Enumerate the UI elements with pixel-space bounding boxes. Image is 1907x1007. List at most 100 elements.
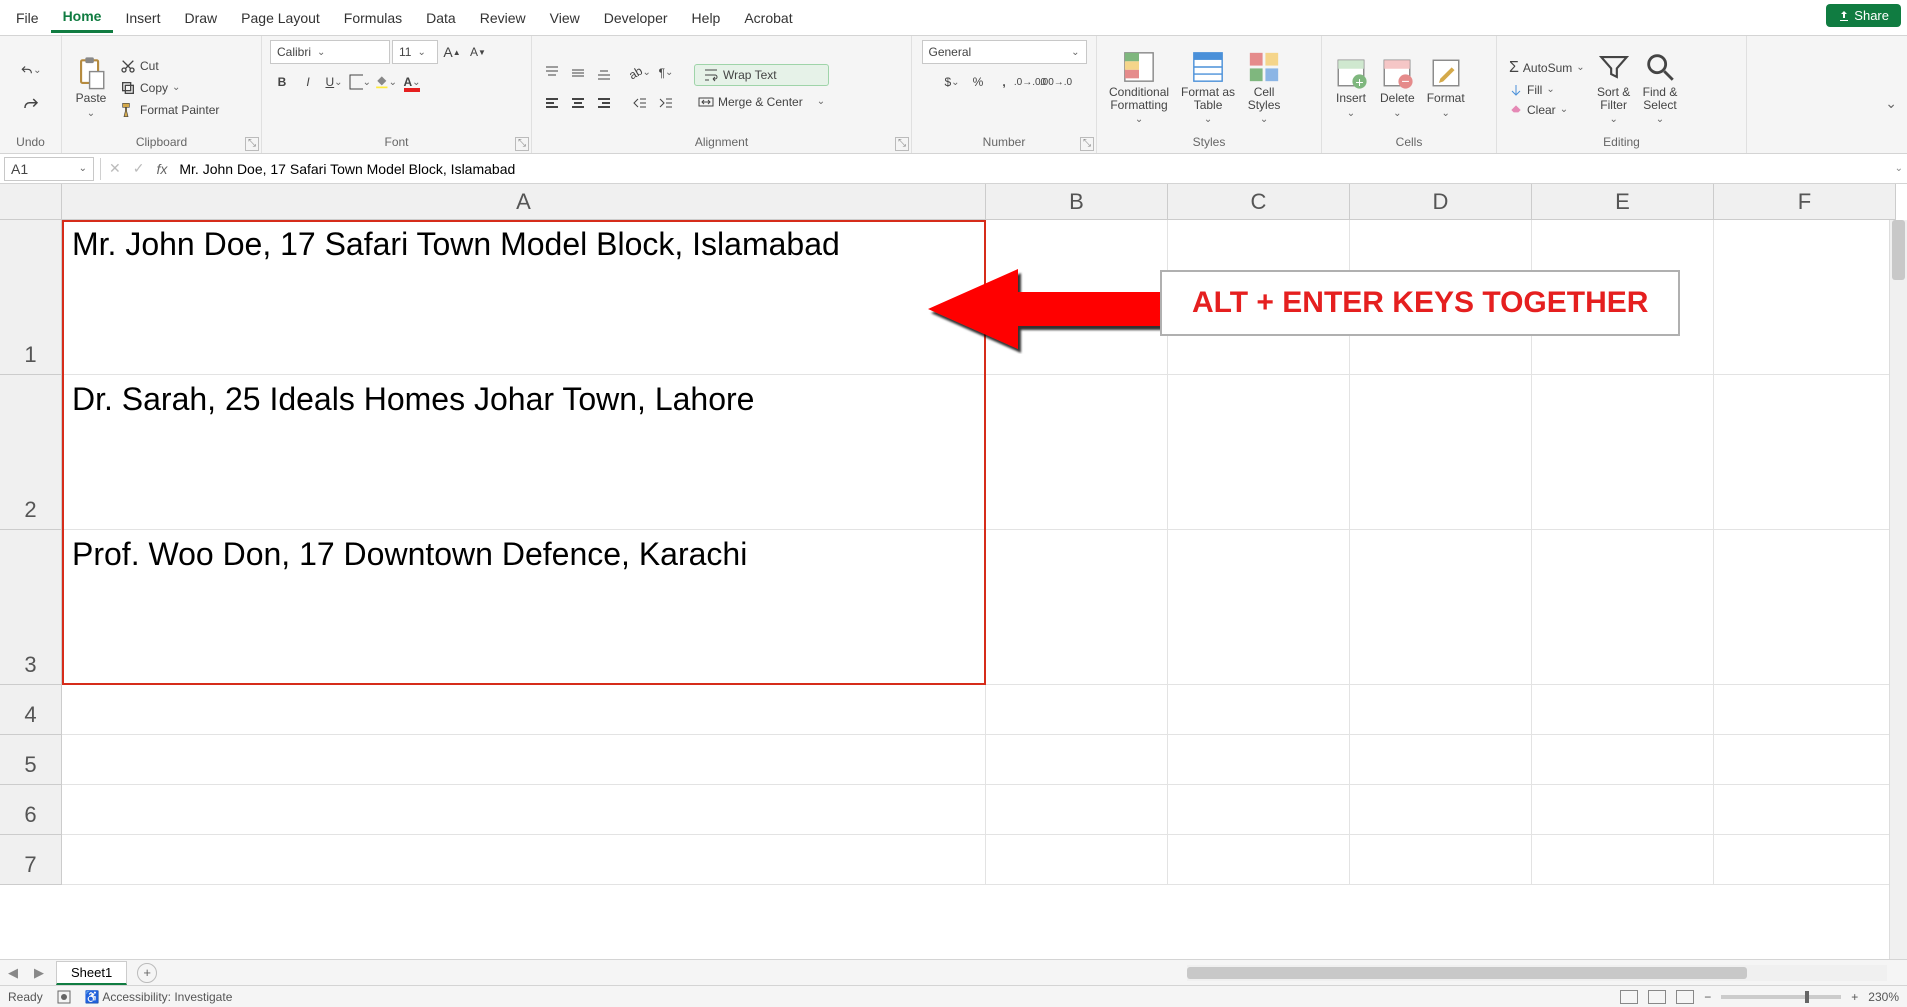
tab-formulas[interactable]: Formulas — [332, 4, 414, 32]
text-direction-button[interactable]: ¶⌄ — [654, 61, 678, 85]
cell[interactable] — [1714, 530, 1896, 685]
view-pagelayout-button[interactable] — [1648, 990, 1666, 1004]
tab-insert[interactable]: Insert — [113, 4, 172, 32]
row-header[interactable]: 4 — [0, 685, 62, 735]
conditional-formatting-button[interactable]: Conditional Formatting⌄ — [1105, 48, 1173, 127]
cell[interactable] — [1532, 785, 1714, 835]
format-painter-button[interactable]: Format Painter — [116, 100, 223, 120]
delete-cells-button[interactable]: −Delete⌄ — [1376, 54, 1419, 120]
cell[interactable] — [1350, 375, 1532, 530]
redo-button[interactable] — [19, 93, 43, 117]
align-right-button[interactable] — [592, 91, 616, 115]
merge-center-button[interactable]: Merge & Center⌄ — [694, 92, 829, 112]
cell[interactable] — [1714, 835, 1896, 885]
format-as-table-button[interactable]: Format as Table⌄ — [1177, 48, 1239, 127]
cell[interactable] — [62, 785, 986, 835]
select-all-corner[interactable] — [0, 184, 62, 220]
percent-format-button[interactable]: % — [966, 70, 990, 94]
column-header[interactable]: F — [1714, 184, 1896, 220]
cell-styles-button[interactable]: Cell Styles⌄ — [1243, 48, 1285, 127]
add-sheet-button[interactable]: + — [137, 963, 157, 983]
cell[interactable] — [1168, 685, 1350, 735]
tab-review[interactable]: Review — [468, 4, 538, 32]
undo-button[interactable]: ⌄ — [19, 59, 43, 83]
row-header[interactable]: 5 — [0, 735, 62, 785]
align-center-button[interactable] — [566, 91, 590, 115]
row-header[interactable]: 2 — [0, 375, 62, 530]
cell[interactable] — [986, 530, 1168, 685]
cell[interactable] — [986, 835, 1168, 885]
row-header[interactable]: 7 — [0, 835, 62, 885]
font-color-button[interactable]: A⌄ — [400, 70, 424, 94]
font-dialog-launcher[interactable]: ⤡ — [515, 137, 529, 151]
align-left-button[interactable] — [540, 91, 564, 115]
number-format-select[interactable]: General⌄ — [922, 40, 1087, 64]
tab-view[interactable]: View — [538, 4, 592, 32]
column-header[interactable]: D — [1350, 184, 1532, 220]
cell[interactable] — [1168, 220, 1350, 375]
cell[interactable] — [986, 785, 1168, 835]
cell[interactable]: Mr. John Doe, 17 Safari Town Model Block… — [62, 220, 986, 375]
vertical-scrollbar[interactable] — [1889, 220, 1907, 969]
cell[interactable] — [1532, 735, 1714, 785]
italic-button[interactable]: I — [296, 70, 320, 94]
column-header[interactable]: C — [1168, 184, 1350, 220]
align-middle-button[interactable] — [566, 61, 590, 85]
tab-pagelayout[interactable]: Page Layout — [229, 4, 332, 32]
cell[interactable] — [62, 735, 986, 785]
zoom-out-button[interactable]: − — [1704, 990, 1711, 1004]
sort-filter-button[interactable]: Sort & Filter⌄ — [1593, 48, 1635, 127]
cell[interactable] — [1350, 685, 1532, 735]
cell[interactable] — [986, 685, 1168, 735]
accessibility-status[interactable]: ♿ Accessibility: Investigate — [85, 990, 233, 1004]
tab-home[interactable]: Home — [51, 2, 114, 33]
macro-record-icon[interactable] — [57, 990, 71, 1004]
cell[interactable] — [1350, 835, 1532, 885]
cell[interactable] — [1168, 785, 1350, 835]
cell[interactable] — [1350, 530, 1532, 685]
tab-draw[interactable]: Draw — [172, 4, 229, 32]
clear-button[interactable]: Clear⌄ — [1505, 101, 1589, 119]
column-header[interactable]: A — [62, 184, 986, 220]
accounting-format-button[interactable]: $⌄ — [940, 70, 964, 94]
cell[interactable] — [986, 220, 1168, 375]
column-header[interactable]: B — [986, 184, 1168, 220]
border-button[interactable]: ⌄ — [348, 70, 372, 94]
sheet-nav-next[interactable]: ▶ — [26, 965, 52, 981]
cell[interactable] — [1168, 735, 1350, 785]
cell[interactable] — [62, 835, 986, 885]
cell[interactable]: Dr. Sarah, 25 Ideals Homes Johar Town, L… — [62, 375, 986, 530]
cell[interactable] — [1714, 735, 1896, 785]
cell[interactable] — [1350, 785, 1532, 835]
formula-input[interactable] — [173, 161, 1907, 177]
cell[interactable] — [1532, 220, 1714, 375]
paste-button[interactable]: Paste⌄ — [70, 54, 112, 120]
cancel-formula-button[interactable]: ✕ — [103, 160, 127, 177]
underline-button[interactable]: U⌄ — [322, 70, 346, 94]
ribbon-collapse-button[interactable]: ⌄ — [1885, 95, 1897, 112]
cell[interactable] — [1168, 375, 1350, 530]
decrease-decimal-button[interactable]: .00→.0 — [1044, 70, 1068, 94]
row-header[interactable]: 6 — [0, 785, 62, 835]
decrease-font-button[interactable]: A▼ — [466, 40, 490, 64]
column-header[interactable]: E — [1532, 184, 1714, 220]
cell[interactable] — [986, 735, 1168, 785]
increase-decimal-button[interactable]: .0→.00 — [1018, 70, 1042, 94]
orientation-button[interactable]: ab⌄ — [628, 61, 652, 85]
cell[interactable] — [1532, 375, 1714, 530]
cell[interactable] — [1714, 785, 1896, 835]
number-dialog-launcher[interactable]: ⤡ — [1080, 137, 1094, 151]
tab-acrobat[interactable]: Acrobat — [732, 4, 804, 32]
font-size-select[interactable]: 11⌄ — [392, 40, 438, 64]
fill-color-button[interactable]: ⌄ — [374, 70, 398, 94]
copy-button[interactable]: Copy⌄ — [116, 78, 223, 98]
insert-cells-button[interactable]: +Insert⌄ — [1330, 54, 1372, 120]
cell[interactable] — [1714, 685, 1896, 735]
expand-formula-button[interactable]: ⌄ — [1895, 163, 1903, 174]
cell[interactable] — [1350, 735, 1532, 785]
decrease-indent-button[interactable] — [628, 91, 652, 115]
fill-button[interactable]: Fill⌄ — [1505, 81, 1589, 99]
font-name-select[interactable]: Calibri⌄ — [270, 40, 390, 64]
cell[interactable] — [62, 685, 986, 735]
increase-indent-button[interactable] — [654, 91, 678, 115]
